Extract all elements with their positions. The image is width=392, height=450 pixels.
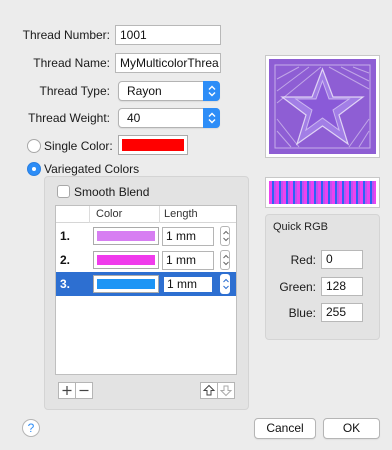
blue-field[interactable]: 255	[321, 303, 363, 322]
row-color-swatch	[97, 255, 155, 265]
quick-rgb-title: Quick RGB	[273, 221, 329, 233]
star-preview-image	[269, 59, 376, 154]
single-color-well[interactable]	[118, 135, 188, 155]
minus-icon	[79, 389, 89, 392]
row-color-swatch	[97, 279, 155, 289]
row-color-well[interactable]	[93, 275, 159, 293]
smooth-blend-label: Smooth Blend	[74, 185, 150, 199]
thread-weight-label: Thread Weight:	[28, 111, 110, 125]
row-length-stepper[interactable]	[220, 226, 230, 246]
ok-button[interactable]: OK	[323, 418, 380, 439]
variegated-colors-table: Color Length 1. 1 mm 2. 1 mm 3. 1 mm	[55, 205, 237, 375]
add-row-button[interactable]	[58, 382, 76, 399]
thread-number-label: Thread Number:	[22, 28, 110, 42]
thread-type-popup[interactable]: Rayon	[118, 81, 220, 101]
cancel-button[interactable]: Cancel	[254, 418, 316, 439]
move-up-button[interactable]	[200, 382, 218, 399]
move-down-button[interactable]	[217, 382, 235, 399]
stepper-arrows-icon	[223, 230, 229, 242]
row-length-field[interactable]: 1 mm	[162, 251, 214, 270]
row-number: 1.	[60, 229, 71, 243]
arrow-up-icon	[202, 384, 216, 396]
stepper-arrows-icon	[223, 254, 229, 266]
variegated-preview-strip	[269, 181, 376, 204]
arrow-down-icon	[219, 385, 233, 397]
row-length-field[interactable]: 1 mm	[162, 275, 214, 294]
table-header: Color Length	[56, 206, 236, 223]
thread-type-value: Rayon	[127, 84, 162, 98]
help-button[interactable]: ?	[22, 419, 40, 437]
single-color-radio[interactable]	[27, 139, 41, 153]
row-length-stepper[interactable]	[220, 250, 230, 270]
row-number: 2.	[60, 253, 71, 267]
single-color-swatch	[122, 139, 184, 151]
color-column-header[interactable]: Color	[96, 208, 122, 221]
table-row[interactable]: 2. 1 mm	[56, 248, 236, 272]
row-length-stepper[interactable]	[220, 274, 230, 294]
green-field[interactable]: 128	[321, 277, 363, 296]
red-field[interactable]: 0	[321, 250, 363, 269]
variegated-colors-label: Variegated Colors	[44, 162, 140, 176]
row-color-swatch	[97, 231, 155, 241]
row-number: 3.	[60, 277, 71, 291]
row-color-well[interactable]	[93, 227, 159, 245]
thread-name-field[interactable]: MyMulticolorThrea	[115, 53, 221, 73]
thread-name-label: Thread Name:	[33, 56, 110, 70]
variegated-preview-panel	[265, 177, 380, 208]
stepper-arrows-icon	[223, 278, 229, 290]
chevron-updown-icon	[203, 81, 220, 101]
smooth-blend-checkbox[interactable]	[57, 185, 70, 198]
row-length-field[interactable]: 1 mm	[162, 227, 214, 246]
table-row-selected[interactable]: 3. 1 mm	[56, 272, 236, 296]
plus-icon	[62, 386, 72, 395]
thread-number-field[interactable]: 1001	[115, 25, 221, 45]
thread-type-label: Thread Type:	[39, 84, 111, 98]
variegated-colors-radio[interactable]	[27, 162, 41, 176]
row-color-well[interactable]	[93, 251, 159, 269]
thread-preview-panel	[265, 55, 380, 158]
length-column-header[interactable]: Length	[164, 208, 198, 221]
thread-weight-popup[interactable]: 40	[118, 108, 220, 128]
chevron-updown-icon	[203, 108, 220, 128]
red-label: Red:	[290, 253, 316, 267]
remove-row-button[interactable]	[75, 382, 93, 399]
thread-weight-value: 40	[127, 111, 141, 125]
blue-label: Blue:	[288, 306, 316, 320]
single-color-label: Single Color:	[44, 139, 113, 153]
table-row[interactable]: 1. 1 mm	[56, 224, 236, 248]
green-label: Green:	[279, 280, 316, 294]
